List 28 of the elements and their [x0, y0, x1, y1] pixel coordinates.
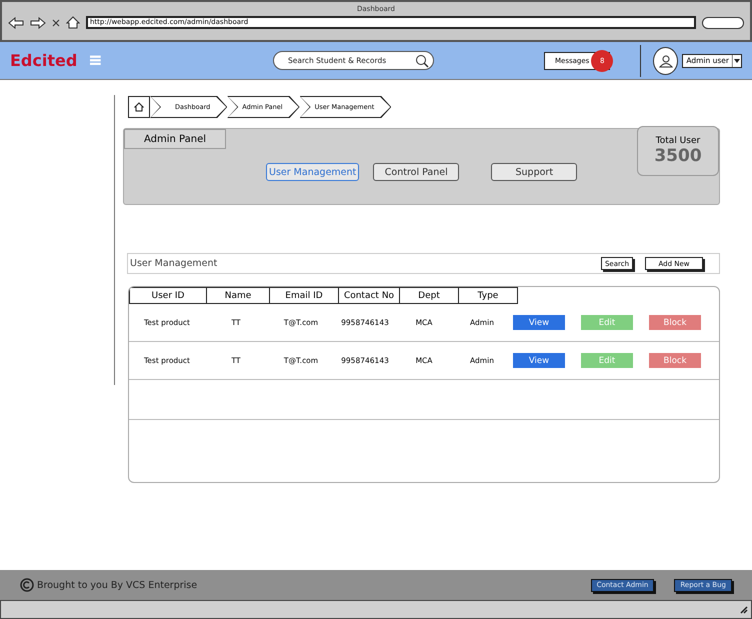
section-title: User Management	[130, 258, 218, 269]
column-header: Dept	[399, 287, 459, 304]
home-icon	[134, 102, 144, 112]
panel-tab[interactable]: Support	[491, 163, 578, 181]
caret-icon	[732, 54, 741, 66]
forward-icon[interactable]	[30, 16, 46, 28]
panel-tab[interactable]: User Management	[266, 163, 360, 181]
logo: Edcited	[10, 51, 78, 70]
total-user-value: 3500	[654, 146, 702, 166]
view-button[interactable]: View	[513, 353, 565, 368]
column-header: Type	[458, 287, 518, 304]
user-icon	[658, 54, 673, 68]
column-header: Name	[206, 287, 270, 304]
close-icon[interactable]	[52, 18, 60, 26]
home-button[interactable]	[128, 96, 150, 118]
home-icon[interactable]	[66, 16, 80, 29]
copyright-icon	[20, 578, 34, 592]
panel-tab[interactable]: Control Panel	[373, 163, 460, 181]
panel-title: Admin Panel	[124, 129, 226, 149]
view-button[interactable]: View	[513, 315, 565, 330]
footer-text: Brought to you By VCS Enterprise	[37, 580, 198, 590]
back-icon[interactable]	[8, 16, 24, 28]
total-user-label: Total User	[656, 136, 700, 146]
resize-grip-icon[interactable]	[740, 606, 748, 614]
column-header: Contact No	[338, 287, 400, 304]
column-header: User ID	[129, 287, 207, 304]
avatar[interactable]	[653, 46, 678, 74]
column-header: Email ID	[269, 287, 339, 304]
